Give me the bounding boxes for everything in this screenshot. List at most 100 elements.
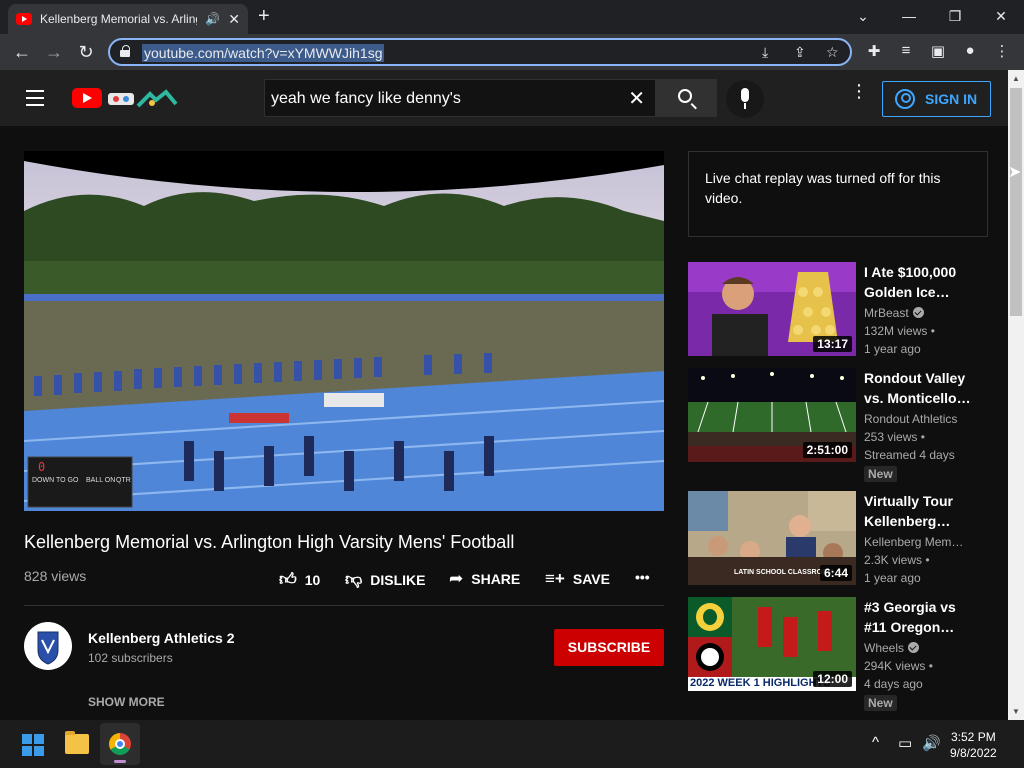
scoreboard-qtr: QTR <box>116 477 131 484</box>
url-text[interactable]: youtube.com/watch?v=xYMWWJih1sg <box>142 44 385 62</box>
share-button[interactable]: ➦ SHARE <box>449 569 520 589</box>
tab-audio-icon[interactable]: 🔊 <box>205 12 220 26</box>
share-page-icon[interactable]: ⇪ <box>794 44 806 61</box>
window-close-button[interactable]: ✕ <box>978 4 1024 28</box>
save-button[interactable]: ≡+ SAVE <box>545 569 610 589</box>
show-more-button[interactable]: SHOW MORE <box>88 695 165 709</box>
forward-button[interactable]: → <box>42 40 66 64</box>
tab-title: Kellenberg Memorial vs. Arlington <box>40 12 197 26</box>
lock-icon[interactable] <box>120 45 130 57</box>
back-button[interactable]: ← <box>10 40 34 64</box>
more-actions-label: ••• <box>635 569 650 585</box>
video-title[interactable]: Rondout Valley vs. Monticello… <box>864 368 974 408</box>
file-explorer-icon[interactable] <box>65 731 89 754</box>
dislike-button[interactable]: 👎︎ DISLIKE <box>345 569 426 590</box>
scrollbar-thumb[interactable] <box>1010 88 1022 316</box>
settings-more-icon[interactable]: ⋮ <box>850 82 868 108</box>
video-thumbnail[interactable]: LATIN SCHOOL CLASSROOM 6:44 <box>688 491 856 585</box>
clear-search-icon[interactable]: ✕ <box>628 86 645 111</box>
search-icon <box>678 89 692 103</box>
recommended-video[interactable]: LATIN SCHOOL CLASSROOM 6:44 Virtually To… <box>688 491 988 587</box>
chat-notice-text: Live chat replay was turned off for this… <box>705 170 941 206</box>
scoreboard-home: 0 <box>38 460 46 474</box>
search-input[interactable]: yeah we fancy like denny's ✕ <box>264 79 656 117</box>
view-count: 828 views <box>24 568 87 584</box>
subscriber-count: 102 subscribers <box>88 651 173 665</box>
playlist-add-icon: ≡+ <box>545 569 565 588</box>
tray-overflow-chevron-icon[interactable]: ^ <box>872 734 879 751</box>
video-title[interactable]: Virtually Tour Kellenberg… <box>864 491 974 531</box>
search-query[interactable]: yeah we fancy like denny's <box>271 90 461 108</box>
video-thumbnail[interactable]: 2022 WEEK 1 HIGHLIGHTS 12:00 <box>688 597 856 691</box>
new-tab-button[interactable]: + <box>258 5 270 28</box>
browser-tab[interactable]: Kellenberg Memorial vs. Arlington 🔊 ✕ <box>8 4 248 34</box>
verified-badge-icon <box>908 642 920 653</box>
recommended-video[interactable]: 2:51:00 Rondout Valley vs. Monticello… R… <box>688 368 988 482</box>
extensions-icon[interactable]: ✚ <box>864 42 884 60</box>
minimize-button[interactable]: — <box>886 4 932 28</box>
video-title[interactable]: #3 Georgia vs #11 Oregon… <box>864 597 974 637</box>
video-thumbnail[interactable]: 13:17 <box>688 262 856 356</box>
subscribe-button[interactable]: SUBSCRIBE <box>554 629 664 666</box>
verified-badge-icon <box>912 307 924 318</box>
address-bar[interactable]: youtube.com/watch?v=xYMWWJih1sg ⤓ ⇪ ☆ <box>108 38 852 66</box>
sign-in-button[interactable]: SIGN IN <box>882 81 991 117</box>
install-app-icon[interactable]: ⤓ <box>762 44 768 61</box>
mouse-cursor-icon: ➤ <box>1008 164 1022 181</box>
profile-icon[interactable]: ● <box>960 42 980 59</box>
youtube-logo-icon[interactable] <box>72 88 102 108</box>
like-button[interactable]: 👍︎ 10 <box>279 569 320 590</box>
side-panel-icon[interactable]: ▣ <box>928 42 948 60</box>
new-badge: New <box>864 695 897 711</box>
volume-icon[interactable]: 🔊 <box>922 734 941 752</box>
voice-search-icon[interactable] <box>726 80 764 118</box>
video-age: 1 year ago <box>864 342 921 356</box>
channel-name[interactable]: Wheels <box>864 641 920 655</box>
windows-start-icon[interactable] <box>22 734 44 756</box>
video-age: 1 year ago <box>864 571 921 585</box>
recommended-video[interactable]: 2022 WEEK 1 HIGHLIGHTS 12:00 #3 Georgia … <box>688 597 988 711</box>
system-clock[interactable]: 3:52 PM 9/8/2022 <box>950 729 997 761</box>
video-views: 253 views • <box>864 430 925 444</box>
scroll-down-arrow-icon[interactable]: ▼ <box>1012 707 1020 716</box>
video-age: 4 days ago <box>864 677 923 691</box>
bookmark-star-icon[interactable]: ☆ <box>826 44 839 61</box>
guide-menu-icon[interactable] <box>26 90 46 106</box>
channel-name[interactable]: Kellenberg Athletics 2 <box>88 630 235 646</box>
search-button[interactable] <box>655 79 717 117</box>
network-icon[interactable]: ▭ <box>898 734 912 752</box>
tab-close-icon[interactable]: ✕ <box>228 11 240 28</box>
media-control-icon[interactable]: ≡ <box>896 42 916 59</box>
running-indicator <box>114 760 126 763</box>
thumbs-up-icon: 👍︎ <box>279 570 297 589</box>
browser-menu-icon[interactable]: ⋮ <box>992 42 1012 60</box>
chrome-icon <box>109 733 131 755</box>
scroll-up-arrow-icon[interactable]: ▲ <box>1012 74 1020 83</box>
reload-button[interactable]: ↻ <box>74 40 98 64</box>
chrome-taskbar-button[interactable] <box>100 723 140 765</box>
channel-name[interactable]: Kellenberg Mem… <box>864 535 963 549</box>
channel-name[interactable]: Rondout Athletics <box>864 412 957 426</box>
recommended-video[interactable]: 13:17 I Ate $100,000 Golden Ice… MrBeast… <box>688 262 988 358</box>
video-duration: 13:17 <box>813 336 852 352</box>
restore-button[interactable]: ❐ <box>932 4 978 28</box>
account-icon <box>895 89 915 109</box>
youtube-header: yeah we fancy like denny's ✕ ⋮ SIGN IN <box>0 70 1008 126</box>
video-duration: 12:00 <box>813 671 852 687</box>
video-player[interactable]: 0 DOWN TO GO BALL ON QTR <box>24 151 664 511</box>
clock-time: 3:52 PM <box>951 730 996 744</box>
more-actions-button[interactable]: ••• <box>635 569 650 585</box>
scoreboard-down: DOWN <box>32 477 55 484</box>
channel-avatar[interactable] <box>24 622 72 670</box>
video-thumbnail[interactable]: 2:51:00 <box>688 368 856 462</box>
sign-in-label: SIGN IN <box>925 91 978 107</box>
dislike-label: DISLIKE <box>370 571 426 588</box>
video-duration: 6:44 <box>819 565 852 581</box>
clock-date: 9/8/2022 <box>950 746 997 760</box>
youtube-doodle[interactable] <box>106 88 178 110</box>
tab-search-icon[interactable]: ⌄ <box>840 4 886 28</box>
video-title[interactable]: I Ate $100,000 Golden Ice… <box>864 262 974 302</box>
thumbnail-caption: LATIN SCHOOL CLASSROOM <box>734 569 834 576</box>
channel-name[interactable]: MrBeast <box>864 306 924 320</box>
browser-tab-bar: Kellenberg Memorial vs. Arlington 🔊 ✕ + … <box>0 0 1024 34</box>
